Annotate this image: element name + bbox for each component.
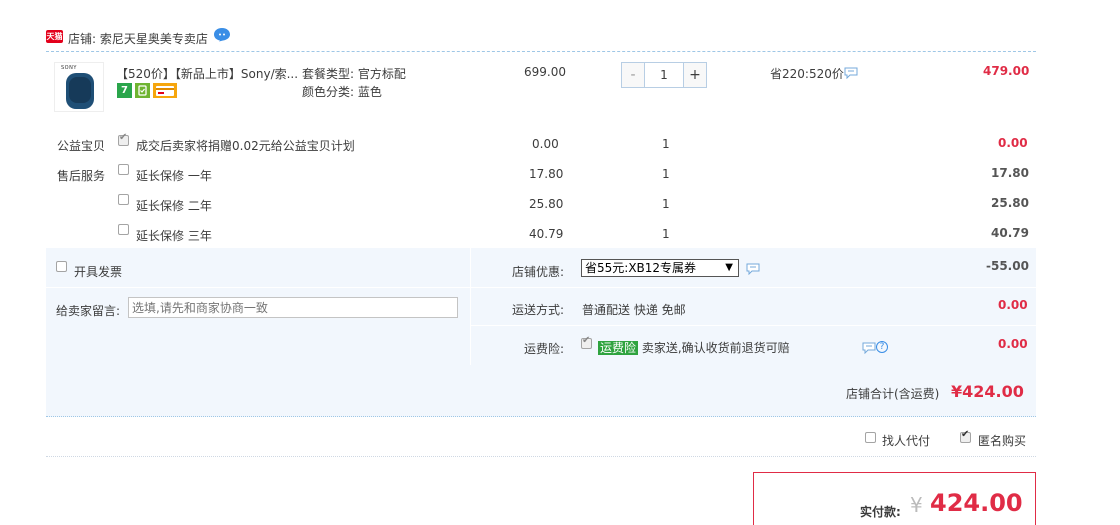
coupon-label: 店铺优惠: bbox=[512, 265, 565, 279]
charity-label: 公益宝贝 bbox=[57, 139, 106, 153]
charity-checkbox[interactable] bbox=[118, 132, 129, 146]
header-divider bbox=[46, 51, 1036, 52]
wangwang-chat-icon[interactable] bbox=[213, 27, 231, 42]
warranty-2yr-checkbox[interactable] bbox=[118, 194, 129, 205]
insurance-tag: 运费险 bbox=[598, 341, 639, 355]
quantity-stepper[interactable]: - 1 + bbox=[621, 62, 707, 88]
discount-text: 省220:520价 bbox=[770, 65, 844, 82]
insurance-checkbox[interactable] bbox=[581, 335, 592, 349]
sku-package-type: 套餐类型: 官方标配 bbox=[302, 67, 406, 81]
guarantee-icon[interactable] bbox=[135, 83, 150, 98]
charity-price: 0.00 bbox=[532, 137, 559, 151]
product-brand-text: SONY bbox=[61, 65, 77, 71]
charity-qty: 1 bbox=[662, 137, 670, 151]
anonymous-label: 匿名购买 bbox=[978, 434, 1027, 448]
anonymous-checkbox[interactable] bbox=[960, 429, 971, 443]
product-title-link[interactable]: 【520价】【新品上市】Sony/索... bbox=[116, 65, 298, 82]
shop-total-label: 店铺合计(含运费) bbox=[846, 387, 940, 401]
credit-card-icon[interactable] bbox=[153, 83, 177, 98]
insurance-text: 卖家送,确认收货前退货可赔 bbox=[641, 341, 790, 355]
help-icon[interactable]: ? bbox=[876, 341, 888, 353]
charity-text: 成交后卖家将捐赠0.02元给公益宝贝计划 bbox=[136, 139, 355, 153]
tmall-logo: 天猫 bbox=[46, 30, 63, 43]
coupon-info-icon[interactable] bbox=[746, 263, 760, 276]
warranty-qty: 1 bbox=[662, 197, 670, 211]
insurance-description: 运费险 卖家送,确认收货前退货可赔 bbox=[598, 339, 790, 356]
currency-symbol: ¥ bbox=[910, 493, 923, 517]
discount-label: 省220:520价 bbox=[770, 67, 844, 81]
warranty-price: 40.79 bbox=[529, 227, 564, 241]
insurance-chat-icon[interactable] bbox=[862, 342, 876, 355]
after-sale-label: 售后服务 bbox=[57, 169, 106, 183]
panel-divider bbox=[471, 325, 1036, 326]
shop-title[interactable]: 店铺: 索尼天星奥美专卖店 bbox=[68, 30, 208, 47]
warranty-price: 17.80 bbox=[529, 167, 564, 181]
charity-total: 0.00 bbox=[998, 136, 1028, 150]
invoice-label: 开具发票 bbox=[74, 265, 123, 279]
panel-divider bbox=[46, 287, 1036, 288]
coupon-selected-value: 省55元:XB12专属券 bbox=[585, 261, 697, 275]
seller-message-input[interactable] bbox=[128, 297, 458, 318]
dropdown-arrow-icon: ▼ bbox=[725, 262, 733, 273]
warranty-option-label: 延长保修 二年 bbox=[136, 199, 212, 213]
warranty-1yr-checkbox[interactable] bbox=[118, 164, 129, 175]
seven-day-return-icon[interactable]: 7 bbox=[117, 83, 132, 98]
shop-total-amount: ¥424.00 bbox=[951, 382, 1024, 401]
warranty-option-label: 延长保修 三年 bbox=[136, 229, 212, 243]
insurance-label: 运费险: bbox=[524, 342, 565, 356]
quantity-decrease-button[interactable]: - bbox=[622, 63, 644, 87]
quantity-input[interactable]: 1 bbox=[644, 63, 684, 87]
insurance-amount: 0.00 bbox=[998, 337, 1028, 351]
sku-color: 颜色分类: 蓝色 bbox=[302, 85, 382, 99]
quantity-increase-button[interactable]: + bbox=[684, 63, 706, 87]
warranty-3yr-checkbox[interactable] bbox=[118, 224, 129, 235]
payment-label: 实付款: bbox=[860, 505, 901, 519]
warranty-qty: 1 bbox=[662, 167, 670, 181]
product-thumbnail[interactable]: SONY bbox=[54, 62, 104, 112]
warranty-total: 40.79 bbox=[991, 226, 1029, 240]
warranty-price: 25.80 bbox=[529, 197, 564, 211]
service-badges: 7 bbox=[117, 83, 177, 98]
message-label: 给卖家留言: bbox=[56, 304, 121, 318]
invoice-checkbox[interactable] bbox=[56, 261, 67, 272]
speaker-grille bbox=[69, 77, 91, 103]
item-subtotal: 479.00 bbox=[983, 64, 1030, 78]
warranty-total: 17.80 bbox=[991, 166, 1029, 180]
coupon-select[interactable]: 省55元:XB12专属券 ▼ bbox=[581, 259, 739, 277]
proxy-pay-label: 找人代付 bbox=[882, 434, 931, 448]
unit-price: 699.00 bbox=[524, 65, 566, 79]
warranty-option-label: 延长保修 一年 bbox=[136, 169, 212, 183]
section-divider bbox=[46, 456, 1036, 457]
payment-amount: 424.00 bbox=[930, 489, 1023, 517]
warranty-total: 25.80 bbox=[991, 196, 1029, 210]
discount-info-icon[interactable] bbox=[844, 67, 858, 80]
proxy-pay-checkbox[interactable] bbox=[865, 432, 876, 443]
coupon-amount: -55.00 bbox=[986, 259, 1029, 273]
shipping-label: 运送方式: bbox=[512, 303, 565, 317]
shipping-method: 普通配送 快递 免邮 bbox=[582, 303, 686, 317]
shipping-amount: 0.00 bbox=[998, 298, 1028, 312]
warranty-qty: 1 bbox=[662, 227, 670, 241]
